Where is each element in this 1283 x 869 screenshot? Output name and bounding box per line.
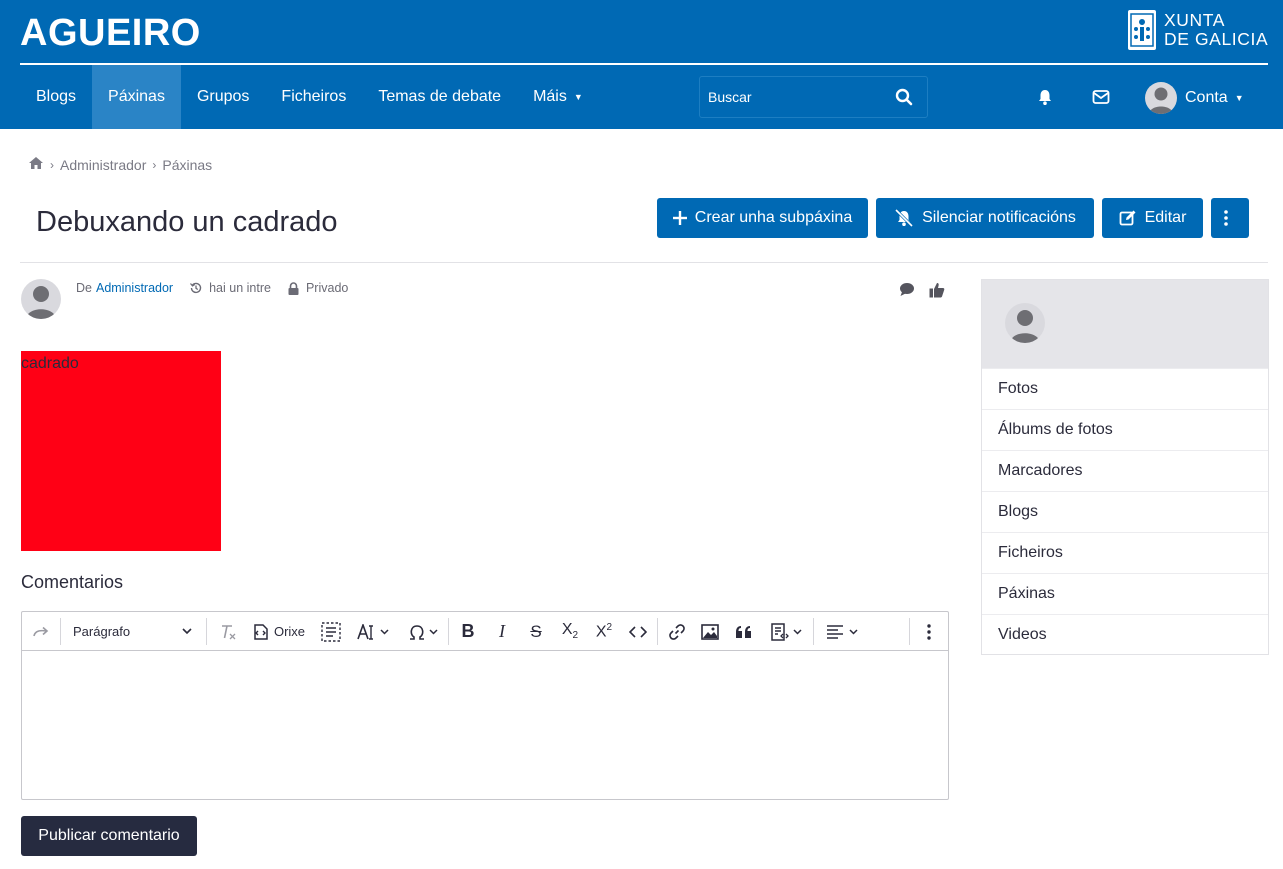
nav-ficheiros[interactable]: Ficheiros [265,65,362,129]
history-icon [190,282,202,294]
notifications-bell-icon[interactable] [1036,88,1054,111]
publish-comment-button[interactable]: Publicar comentario [21,816,197,856]
special-characters-dropdown[interactable] [403,612,443,651]
owner-sidebar: Fotos Álbums de fotos Marcadores Blogs F… [981,279,1269,655]
xunta-logo[interactable]: XUNTA DE GALICIA [1128,10,1268,50]
messages-envelope-icon[interactable] [1092,89,1110,110]
strikethrough-icon[interactable]: S [523,612,549,651]
insert-template-dropdown[interactable] [764,612,808,651]
author-avatar[interactable] [21,279,61,319]
plus-icon [672,211,687,225]
access-level: Privado [305,281,349,295]
xunta-shield-icon [1128,10,1156,50]
paragraph-format-select[interactable]: Parágrafo [66,612,198,651]
square-label: cadrado [21,355,79,372]
like-thumbs-up-icon[interactable] [929,282,945,303]
owner-avatar[interactable] [1005,303,1045,343]
search-box [699,76,928,118]
user-avatar [1145,82,1177,114]
breadcrumb-separator: › [152,157,157,172]
site-brand[interactable]: AGUEIRO [20,12,201,55]
comment-icon[interactable] [899,282,915,303]
redo-icon[interactable] [28,612,54,651]
template-icon [771,622,789,641]
site-header: AGUEIRO XUNTA DE GALICIA Blogs Páxinas G… [0,0,1283,129]
search-icon[interactable] [895,88,913,106]
breadcrumb: › Administrador › Páxinas [28,156,212,173]
nav-temas-de-debate[interactable]: Temas de debate [362,65,517,129]
sidebar-owner-block [982,280,1268,368]
italic-icon[interactable]: I [489,612,515,651]
nav-grupos[interactable]: Grupos [181,65,265,129]
title-divider [20,262,1268,263]
show-blocks-icon[interactable] [318,612,344,651]
post-meta: De Administrador hai un intre Privado [76,281,348,295]
sidebar-item-blogs[interactable]: Blogs [982,491,1268,532]
nav-paxinas[interactable]: Páxinas [92,65,181,129]
home-icon[interactable] [28,156,44,173]
text-align-dropdown[interactable] [820,612,864,651]
subscript-icon[interactable]: X2 [557,612,583,651]
chevron-down-icon [182,628,192,635]
chevron-down-icon [380,628,389,635]
account-label: Conta [1185,89,1228,106]
chevron-down-icon [849,628,858,635]
bold-icon[interactable]: B [455,612,481,651]
edit-button[interactable]: Editar [1102,198,1203,238]
sidebar-item-marcadores[interactable]: Marcadores [982,450,1268,491]
xunta-line1: XUNTA [1164,10,1226,30]
align-left-icon [827,624,843,639]
code-icon[interactable] [625,612,651,651]
sidebar-item-fotos[interactable]: Fotos [982,368,1268,409]
comment-editor: Parágrafo Orixe B I S X2 X2 [21,611,949,800]
by-prefix: De [76,281,92,295]
page-title: Debuxando un cadrado [36,206,338,238]
font-size-dropdown[interactable] [353,612,393,651]
sidebar-item-paxinas[interactable]: Páxinas [982,573,1268,614]
breadcrumb-paxinas[interactable]: Páxinas [162,157,212,173]
font-size-icon [357,623,373,640]
lock-icon [288,281,299,295]
post-time: hai un intre [209,281,271,295]
comments-heading: Comentarios [21,572,124,592]
omega-icon [410,624,424,640]
edit-icon [1119,210,1136,226]
main-nav: Blogs Páxinas Grupos Ficheiros Temas de … [20,65,599,129]
search-input[interactable] [708,89,888,105]
editor-toolbar: Parágrafo Orixe B I S X2 X2 [22,612,948,651]
red-square-drawing: cadrado [21,351,221,551]
nav-blogs[interactable]: Blogs [20,65,92,129]
superscript-icon[interactable]: X2 [591,612,617,651]
source-code-icon [254,623,268,640]
sidebar-item-ficheiros[interactable]: Ficheiros [982,532,1268,573]
sidebar-item-videos[interactable]: Videos [982,614,1268,655]
mute-notifications-button[interactable]: Silenciar notificacións [876,198,1094,238]
source-button[interactable]: Orixe [248,612,308,651]
xunta-line2: DE GALICIA [1164,29,1269,49]
more-tools-icon[interactable] [916,612,942,651]
nav-mais[interactable]: Máis ▼ [517,65,599,129]
remove-format-icon[interactable] [215,612,241,651]
chevron-down-icon [793,628,802,635]
bell-slash-icon [895,209,914,227]
image-icon[interactable] [697,612,723,651]
chevron-down-icon [429,628,438,635]
account-menu[interactable]: Conta ▼ [1145,82,1244,114]
breadcrumb-separator: › [50,157,54,172]
author-link[interactable]: Administrador [96,281,173,295]
breadcrumb-administrador[interactable]: Administrador [60,157,146,173]
create-subpage-button[interactable]: Crear unha subpáxina [657,198,868,238]
sidebar-item-albums[interactable]: Álbums de fotos [982,409,1268,450]
comment-text-area[interactable] [22,652,948,799]
blockquote-icon[interactable] [731,612,757,651]
chevron-down-icon: ▼ [573,92,583,102]
kebab-menu-icon [1224,210,1228,226]
more-options-button[interactable] [1211,198,1249,238]
link-icon[interactable] [664,612,690,651]
chevron-down-icon: ▼ [1234,93,1244,103]
